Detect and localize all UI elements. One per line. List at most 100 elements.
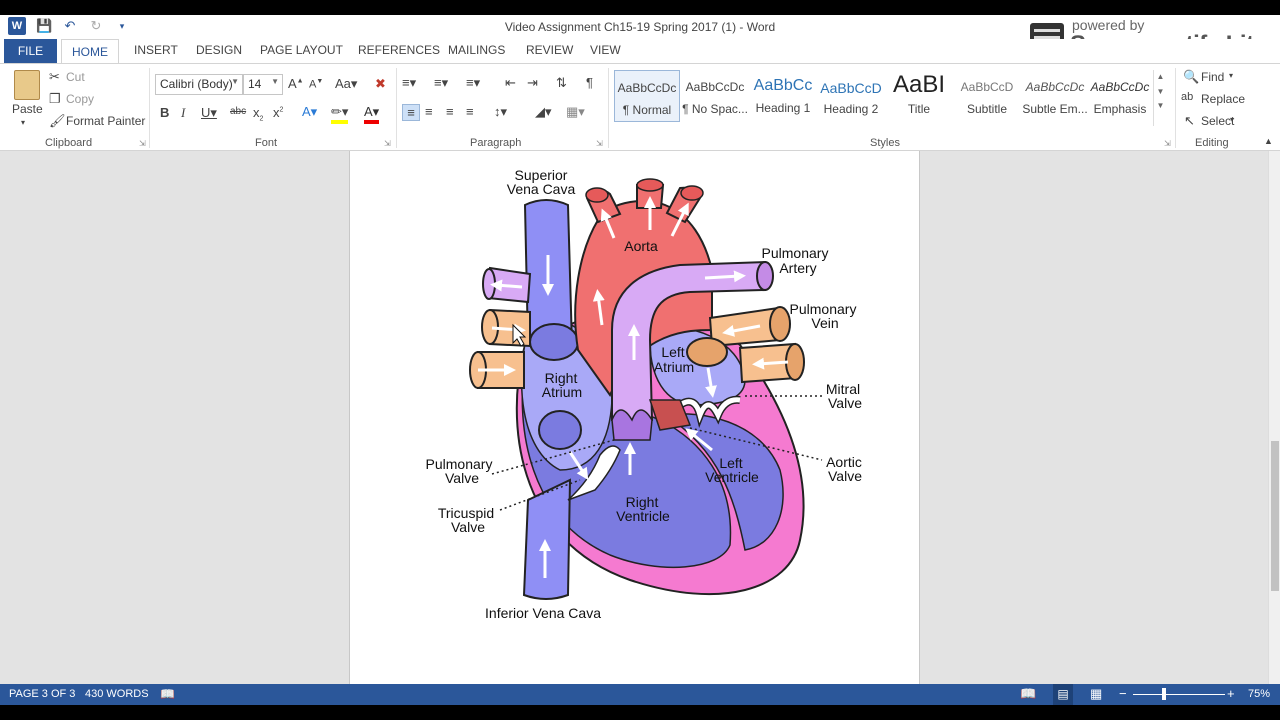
clear-formatting-icon[interactable]: ✖ (375, 76, 386, 92)
select-icon[interactable]: ↖ (1184, 113, 1195, 129)
paste-button[interactable]: Paste (12, 102, 43, 116)
align-right-icon[interactable]: ≡ (446, 104, 454, 119)
zoom-slider-thumb[interactable] (1162, 688, 1166, 700)
aorta-branch-3-opening (680, 185, 704, 201)
chevron-up-icon[interactable]: ▲ (1154, 72, 1167, 81)
bold-icon[interactable]: B (160, 105, 169, 120)
style-normal[interactable]: AaBbCcDc ¶ Normal (614, 70, 680, 122)
format-painter-icon[interactable]: 🖌 (49, 113, 66, 129)
paste-dropdown-icon[interactable]: ▾ (21, 118, 25, 127)
more-styles-icon[interactable]: ▼ (1154, 101, 1167, 110)
style-name: Title (907, 102, 931, 116)
label-superior-vena-cava-line2: Vena Cava (507, 181, 576, 197)
format-painter-button[interactable]: Format Painter (66, 114, 145, 128)
bullets-icon[interactable]: ≡▾ (402, 75, 416, 91)
justify-icon[interactable]: ≡ (466, 104, 474, 119)
web-layout-icon[interactable]: ▦ (1090, 686, 1102, 702)
grow-font-icon[interactable]: A▲ (288, 76, 304, 91)
paragraph-launcher-icon[interactable]: ⇲ (596, 139, 603, 148)
aorta-branch-1-opening (585, 187, 609, 203)
strikethrough-icon[interactable]: abc (230, 106, 246, 117)
style-heading-1[interactable]: AaBbCc Heading 1 (750, 70, 816, 122)
zoom-in-icon[interactable]: + (1227, 686, 1235, 701)
clipboard-launcher-icon[interactable]: ⇲ (139, 139, 146, 148)
tab-references[interactable]: REFERENCES (358, 43, 440, 57)
multilevel-list-icon[interactable]: ≡▾ (466, 75, 480, 91)
align-left-icon[interactable]: ≡ (402, 104, 420, 121)
chevron-down-icon: ▼ (271, 77, 279, 86)
read-mode-icon[interactable]: 📖 (1020, 686, 1036, 702)
paste-icon[interactable] (14, 70, 40, 100)
style-subtitle[interactable]: AaBbCcD Subtitle (954, 70, 1020, 122)
copy-button[interactable]: Copy (66, 92, 94, 106)
borders-icon[interactable]: ▦▾ (566, 104, 585, 120)
tab-page-layout[interactable]: PAGE LAYOUT (260, 43, 343, 57)
line-spacing-icon[interactable]: ↕▾ (494, 104, 507, 120)
collapse-ribbon-icon[interactable]: ▲ (1264, 136, 1273, 146)
align-center-icon[interactable]: ≡ (425, 104, 433, 119)
vertical-scrollbar[interactable] (1268, 151, 1280, 684)
find-icon[interactable]: 🔍 (1183, 69, 1199, 85)
tab-view[interactable]: VIEW (590, 43, 621, 57)
word-count[interactable]: 430 WORDS (85, 688, 149, 700)
increase-indent-icon[interactable]: ⇥ (527, 75, 538, 91)
tab-home[interactable]: HOME (61, 39, 119, 64)
zoom-level[interactable]: 75% (1248, 688, 1270, 700)
shading-icon[interactable]: ◢▾ (535, 104, 552, 120)
zoom-slider[interactable] (1133, 694, 1225, 695)
shrink-font-icon[interactable]: A▼ (309, 78, 323, 91)
style-name: Emphasis (1093, 102, 1147, 116)
select-dropdown-icon[interactable]: ▾ (1230, 115, 1234, 124)
find-dropdown-icon[interactable]: ▾ (1229, 71, 1233, 80)
zoom-out-icon[interactable]: − (1119, 686, 1127, 701)
scrollbar-thumb[interactable] (1271, 441, 1279, 591)
arrow-pa-left (490, 279, 523, 292)
replace-button[interactable]: Replace (1201, 92, 1245, 106)
cut-button[interactable]: Cut (66, 70, 85, 84)
chevron-down-icon[interactable]: ▼ (1154, 87, 1167, 96)
copy-icon[interactable]: ❐ (49, 91, 61, 107)
tab-insert[interactable]: INSERT (134, 43, 178, 57)
status-bar: PAGE 3 OF 3 430 WORDS 📖 📖 ▤ ▦ − + 75% (0, 684, 1280, 705)
styles-scroll[interactable]: ▲ ▼ ▼ (1153, 70, 1167, 126)
show-formatting-icon[interactable]: ¶ (586, 75, 593, 90)
find-button[interactable]: Find (1201, 70, 1224, 84)
tab-design[interactable]: DESIGN (196, 43, 242, 57)
font-name-value: Calibri (Body) (160, 77, 233, 91)
decrease-indent-icon[interactable]: ⇤ (505, 75, 516, 91)
sort-icon[interactable]: ⇅ (556, 75, 567, 91)
font-name-combo[interactable]: Calibri (Body) ▼ (155, 74, 243, 95)
style-no-spacing[interactable]: AaBbCcDc ¶ No Spac... (682, 70, 748, 122)
style-preview: AaBbCc (753, 77, 813, 94)
page-count[interactable]: PAGE 3 OF 3 (9, 688, 75, 700)
superscript-icon[interactable]: x2 (273, 105, 283, 120)
label-pulmonary-valve-line2: Valve (445, 470, 479, 486)
print-layout-icon[interactable]: ▤ (1053, 684, 1073, 705)
numbering-icon[interactable]: ≡▾ (434, 75, 448, 91)
tab-file[interactable]: FILE (4, 39, 57, 63)
font-color-icon[interactable]: A▾ (364, 104, 380, 124)
subscript-icon[interactable]: x2 (253, 105, 263, 123)
style-subtle-emphasis[interactable]: AaBbCcDc Subtle Em... (1022, 70, 1088, 122)
tab-review[interactable]: REVIEW (526, 43, 573, 57)
style-heading-2[interactable]: AaBbCcD Heading 2 (818, 70, 884, 122)
font-group-label: Font (255, 137, 278, 149)
proofing-icon[interactable]: 📖 (160, 687, 175, 701)
font-size-combo[interactable]: 14 ▼ (243, 74, 283, 95)
style-preview: AaBbCcDc (617, 81, 677, 95)
replace-icon[interactable]: ab (1181, 91, 1193, 103)
tab-mailings[interactable]: MAILINGS (448, 43, 505, 57)
font-launcher-icon[interactable]: ⇲ (384, 139, 391, 148)
highlight-color-icon[interactable]: ✏▾ (331, 104, 349, 124)
styles-launcher-icon[interactable]: ⇲ (1164, 139, 1171, 148)
text-effects-icon[interactable]: A▾ (302, 104, 317, 120)
label-right-atrium-line2: Atrium (542, 384, 582, 400)
italic-icon[interactable]: I (181, 105, 185, 121)
change-case-icon[interactable]: Aa▾ (335, 76, 357, 92)
style-title[interactable]: AaBI Title (886, 70, 952, 122)
cut-icon[interactable]: ✂ (49, 69, 60, 85)
label-left-atrium-line2: Atrium (654, 359, 694, 375)
style-emphasis[interactable]: AaBbCcDc Emphasis (1087, 70, 1153, 122)
ribbon: Paste ▾ ✂ Cut ❐ Copy 🖌 Format Painter Cl… (0, 63, 1280, 151)
underline-icon[interactable]: U▾ (201, 105, 217, 121)
